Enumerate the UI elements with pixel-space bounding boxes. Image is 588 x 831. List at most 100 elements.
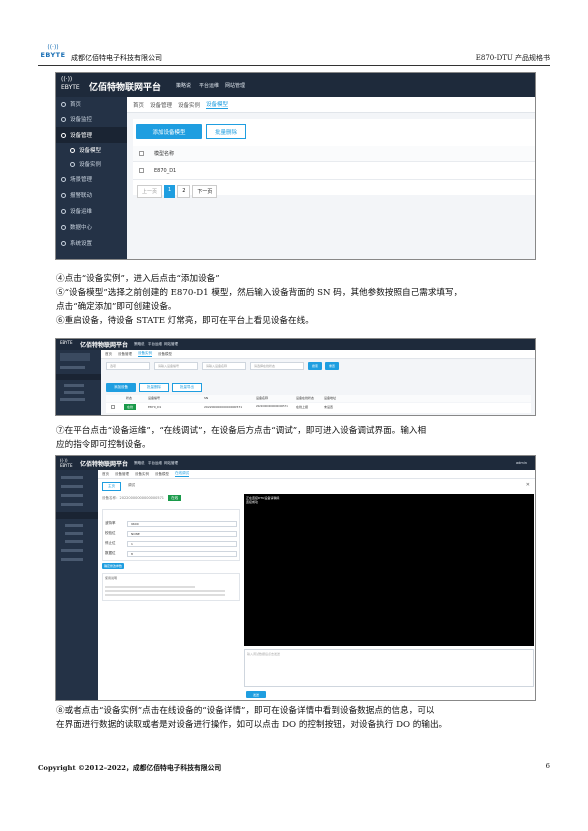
sidebar-item-active[interactable] xyxy=(56,374,101,380)
stop-bits-select[interactable]: 1 xyxy=(127,541,237,547)
sidebar-item[interactable] xyxy=(64,384,84,387)
param-label: 停止位 xyxy=(105,541,116,545)
sidebar-item[interactable] xyxy=(61,549,83,552)
sidebar-sub-device-instance[interactable]: 设备实例 xyxy=(56,157,127,171)
sidebar-item[interactable] xyxy=(65,524,83,527)
sidebar-item[interactable] xyxy=(61,558,83,561)
sidebar-item[interactable] xyxy=(61,485,83,488)
sidebar-item-data[interactable]: 数据中心 xyxy=(56,219,127,235)
sidebar-item[interactable] xyxy=(65,532,83,535)
online-cell: 在线上报 xyxy=(296,405,309,409)
data-bits-select[interactable]: 8 xyxy=(127,551,237,557)
parity-select[interactable]: NONE xyxy=(127,531,237,537)
add-device-model-button[interactable]: 添加设备模型 xyxy=(136,124,202,139)
tab-home[interactable]: 首页 xyxy=(105,352,112,357)
tab-device-manage[interactable]: 设备管理 xyxy=(150,101,172,109)
tab-online-debug[interactable]: 在线调试 xyxy=(175,471,189,477)
tab-device-model[interactable]: 设备模型 xyxy=(206,100,229,109)
top-nav-1[interactable]: 策略说 xyxy=(134,461,145,466)
platform-title: 亿佰特物联网平台 xyxy=(80,342,129,349)
top-nav-3[interactable]: 网站管理 xyxy=(164,461,178,466)
model-name-cell: E870_D1 xyxy=(154,167,177,174)
sidebar-item[interactable] xyxy=(60,353,90,361)
top-nav-1[interactable]: 策略说 xyxy=(134,342,145,347)
sidebar-item-settings[interactable]: 系统设置 xyxy=(56,235,127,251)
sidebar-item[interactable] xyxy=(60,366,85,369)
sidebar-label: 设备运维 xyxy=(70,209,93,215)
table-row[interactable]: E870_D1 xyxy=(133,162,535,180)
top-nav-2[interactable]: 平台运维 xyxy=(148,461,162,466)
online-tag: 在线 xyxy=(168,495,182,501)
batch-export-button[interactable]: 批量导出 xyxy=(172,383,202,392)
reset-button[interactable]: 重置 xyxy=(325,362,339,370)
sidebar xyxy=(56,470,98,700)
table-row[interactable]: 在线 E870_D1 20220000000000000571 20220000… xyxy=(106,403,531,413)
sidebar-item-ops[interactable]: 设备运维 xyxy=(56,203,127,219)
sidebar-item-monitor[interactable]: 设备监控 xyxy=(56,111,127,127)
close-icon[interactable]: ✕ xyxy=(526,482,530,488)
page-1-button[interactable]: 1 xyxy=(164,185,176,198)
user-menu[interactable]: admin xyxy=(516,461,527,465)
row-checkbox[interactable] xyxy=(111,405,115,409)
sidebar-item[interactable] xyxy=(60,398,85,401)
sidebar-item-active[interactable] xyxy=(56,512,98,519)
tab-home[interactable]: 首页 xyxy=(102,472,109,477)
sidebar-item-device-manage[interactable]: 设备管理 xyxy=(56,127,127,143)
logo-text: EBYTE xyxy=(40,51,66,59)
top-nav-3[interactable]: 网站管理 xyxy=(225,82,245,89)
sidebar-sub-device-model[interactable]: 设备模型 xyxy=(56,143,127,157)
top-nav-2[interactable]: 平台运维 xyxy=(199,82,219,89)
device-name-input[interactable]: 请输入设备名称 xyxy=(202,362,246,370)
select-all-checkbox[interactable] xyxy=(139,151,144,156)
notes-line xyxy=(105,594,225,596)
filter-select[interactable]: 选项 xyxy=(106,362,150,370)
send-button[interactable]: 发送 xyxy=(246,691,266,698)
sidebar-item-alarm[interactable]: 报警联动 xyxy=(56,187,127,203)
sidebar-item[interactable] xyxy=(65,540,83,543)
step-8-cont: 在界面进行数据的读取或者是对设备进行操作，如可以点击 DO 的控制按钮，对设备执… xyxy=(56,720,448,730)
tab-home[interactable]: 首页 xyxy=(133,101,144,109)
confirm-params-button[interactable]: 确定修改参数 xyxy=(102,563,124,569)
tab-device-model[interactable]: 设备模型 xyxy=(158,352,172,357)
sidebar-label: 设备管理 xyxy=(70,133,93,139)
top-nav-1[interactable]: 策略说 xyxy=(176,82,191,89)
subtab-debug[interactable]: 调试 xyxy=(125,482,138,491)
top-nav-2[interactable]: 平台运维 xyxy=(148,342,162,347)
tab-device-instance[interactable]: 设备实例 xyxy=(138,351,152,357)
sidebar-item[interactable] xyxy=(61,494,83,497)
online-status-select[interactable]: 请选择在线状态 xyxy=(250,362,304,370)
search-button[interactable]: 搜索 xyxy=(308,362,322,370)
wifi-icon: ((·)) xyxy=(47,44,59,51)
page-number: 6 xyxy=(545,762,550,770)
debug-input[interactable]: 输入调试数据后点击发送 xyxy=(244,649,534,687)
page-2-button[interactable]: 2 xyxy=(177,185,191,198)
baud-rate-select[interactable]: 9600 xyxy=(127,521,237,527)
tab-device-model[interactable]: 设备模型 xyxy=(155,472,169,477)
sidebar-label: 设备监控 xyxy=(70,117,93,123)
batch-delete-button[interactable]: 批量删除 xyxy=(139,383,169,392)
model-cell: E870_D1 xyxy=(148,405,162,409)
col-device-model: 设备编号 xyxy=(148,396,161,400)
platform-logo-icon: ((·)) EBYTE xyxy=(60,458,73,468)
subtab-main[interactable]: 主页 xyxy=(102,482,121,491)
param-label: 校验位 xyxy=(105,531,116,535)
device-number-input[interactable]: 请输入设备编号 xyxy=(154,362,198,370)
sidebar-item[interactable] xyxy=(61,476,83,479)
top-nav-3[interactable]: 网站管理 xyxy=(164,342,178,347)
batch-delete-button[interactable]: 批量删除 xyxy=(206,124,246,139)
sidebar-item[interactable] xyxy=(61,503,83,506)
sidebar-item[interactable] xyxy=(64,391,84,394)
tab-device-manage[interactable]: 设备管理 xyxy=(118,352,132,357)
add-device-button[interactable]: 添加设备 xyxy=(106,383,136,392)
tab-device-instance[interactable]: 设备实例 xyxy=(178,101,200,109)
row-checkbox[interactable] xyxy=(139,168,144,173)
name-cell: 20220000000000000571 xyxy=(256,405,288,408)
tab-device-manage[interactable]: 设备管理 xyxy=(115,472,129,477)
tab-device-instance[interactable]: 设备实例 xyxy=(135,472,149,477)
sidebar-label: 首页 xyxy=(70,102,82,108)
sidebar-item-home[interactable]: 首页 xyxy=(56,97,127,111)
sidebar-item-scene[interactable]: 场景管理 xyxy=(56,171,127,187)
page-header: ((·)) EBYTE 成都亿佰特电子科技有限公司 E870-DTU 产品规格书 xyxy=(38,44,550,66)
next-page-button[interactable]: 下一页 xyxy=(192,185,218,198)
prev-page-button[interactable]: 上一页 xyxy=(137,185,163,198)
